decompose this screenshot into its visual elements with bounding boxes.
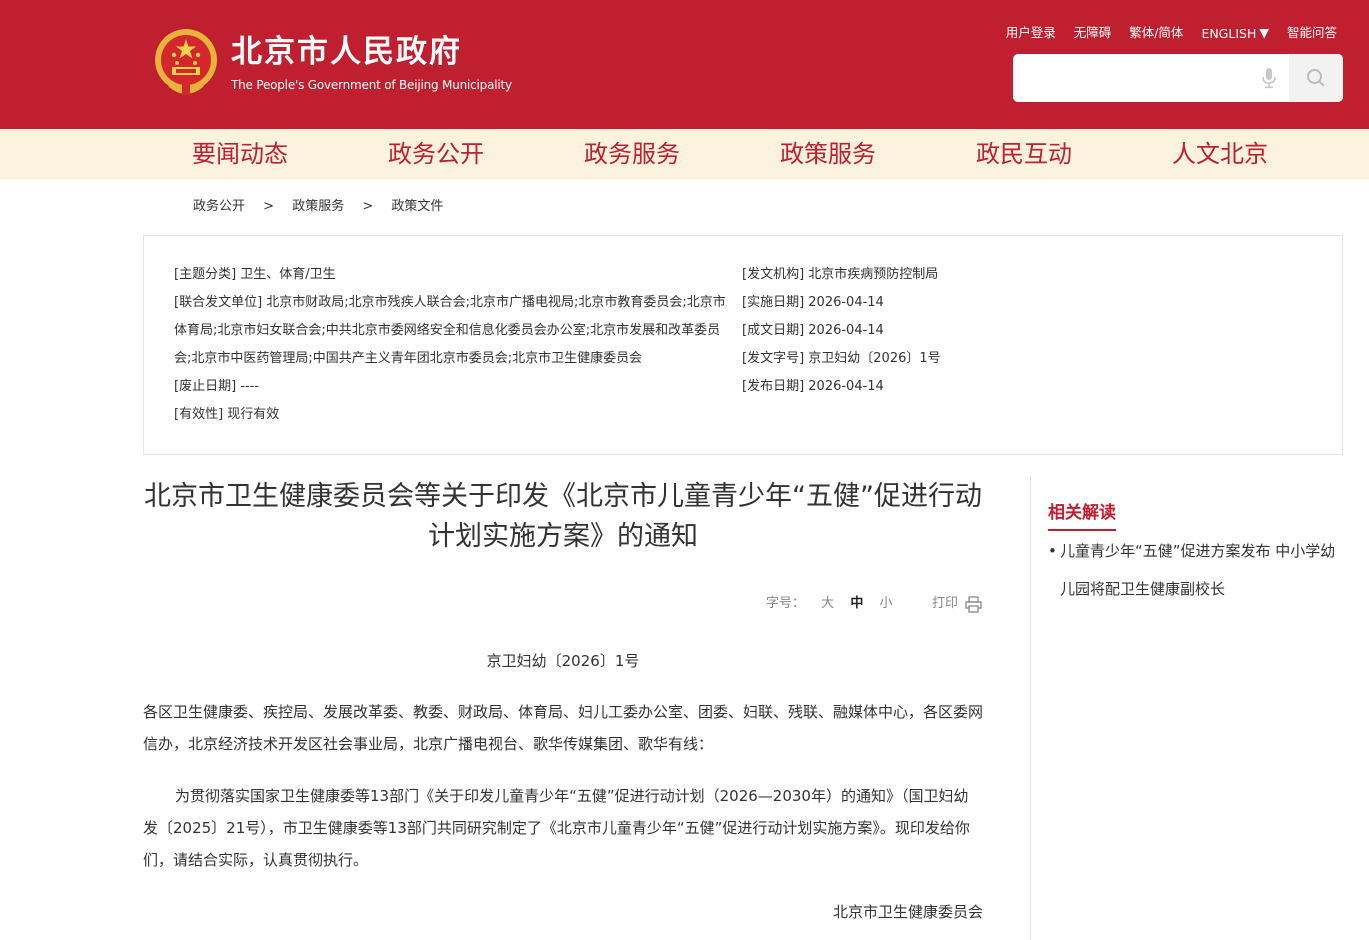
accessibility-link[interactable]: 无障碍 bbox=[1074, 24, 1112, 43]
breadcrumb-separator: > bbox=[263, 199, 275, 214]
breadcrumb-item-gov-affairs[interactable]: 政务公开 bbox=[193, 199, 245, 214]
search-button[interactable] bbox=[1289, 54, 1343, 102]
info-effective-date: [实施日期] 2026-04-14 bbox=[742, 295, 884, 310]
site-header: 北京市人民政府 The People's Government of Beiji… bbox=[0, 0, 1369, 129]
related-reading-heading: 相关解读 bbox=[1048, 500, 1116, 531]
login-link[interactable]: 用户登录 bbox=[1006, 24, 1056, 43]
sidebar-divider bbox=[1030, 476, 1031, 940]
info-left-column: [主题分类] 卫生、体育/卫生 [联合发文单位] 北京市财政局;北京市残疾人联合… bbox=[174, 261, 736, 429]
breadcrumb: 政务公开 > 政策服务 > 政策文件 bbox=[193, 198, 443, 216]
article-doc-number: 京卫妇幼〔2026〕1号 bbox=[486, 652, 640, 670]
smart-qa-link[interactable]: 智能问答 bbox=[1287, 24, 1337, 43]
nav-item-policy-services[interactable]: 政策服务 bbox=[730, 129, 926, 179]
traditional-simplified-link[interactable]: 繁体/简体 bbox=[1129, 24, 1183, 43]
font-medium-button[interactable]: 中 bbox=[850, 596, 863, 611]
info-validity: [有效性] 现行有效 bbox=[174, 407, 280, 422]
printer-icon bbox=[965, 596, 982, 613]
breadcrumb-item-policy-docs[interactable]: 政策文件 bbox=[391, 199, 443, 214]
site-title[interactable]: 北京市人民政府 bbox=[231, 32, 462, 72]
main-nav: 要闻动态 政务公开 政务服务 政策服务 政民互动 人文北京 bbox=[0, 129, 1369, 179]
nav-item-gov-affairs[interactable]: 政务公开 bbox=[338, 129, 534, 179]
font-size-control: 字号： 大 中 小 bbox=[766, 595, 892, 613]
font-small-button[interactable]: 小 bbox=[879, 596, 892, 611]
national-emblem-icon[interactable] bbox=[153, 27, 219, 97]
related-reading-item[interactable]: • 儿童青少年“五健”促进方案发布 中小学幼儿园将配卫生健康副校长 bbox=[1048, 532, 1343, 608]
article-title: 北京市卫生健康委员会等关于印发《北京市儿童青少年“五健”促进行动计划实施方案》的… bbox=[144, 481, 982, 552]
caret-down-icon: ▼ bbox=[1259, 25, 1269, 40]
site-subtitle: The People's Government of Beijing Munic… bbox=[231, 78, 512, 92]
font-large-button[interactable]: 大 bbox=[821, 596, 834, 611]
nav-item-culture[interactable]: 人文北京 bbox=[1122, 129, 1318, 179]
info-document-number: [发文字号] 京卫妇幼〔2026〕1号 bbox=[742, 351, 941, 366]
info-publish-date: [发布日期] 2026-04-14 bbox=[742, 379, 884, 394]
nav-item-gov-services[interactable]: 政务服务 bbox=[534, 129, 730, 179]
nav-item-news[interactable]: 要闻动态 bbox=[142, 129, 338, 179]
search-input[interactable] bbox=[1013, 54, 1243, 102]
search-icon bbox=[1307, 69, 1325, 87]
english-link-label: ENGLISH bbox=[1201, 26, 1257, 41]
search-box bbox=[1013, 54, 1343, 102]
article-recipients: 各区卫生健康委、疾控局、发展改革委、教委、财政局、体育局、妇儿工委办公室、团委、… bbox=[143, 703, 984, 753]
related-reading-item-text: 儿童青少年“五健”促进方案发布 中小学幼儿园将配卫生健康副校长 bbox=[1060, 542, 1336, 598]
info-joint-issuers: [联合发文单位] 北京市财政局;北京市残疾人联合会;北京市广播电视局;北京市教育… bbox=[174, 295, 726, 366]
breadcrumb-separator: > bbox=[362, 199, 374, 214]
font-size-label: 字号： bbox=[766, 596, 806, 611]
article-body-paragraph: 为贯彻落实国家卫生健康委等13部门《关于印发儿童青少年“五健”促进行动计划（20… bbox=[143, 787, 970, 869]
top-links: 用户登录 无障碍 繁体/简体 ENGLISH ▼ 智能问答 bbox=[1006, 24, 1337, 43]
breadcrumb-item-policy-services[interactable]: 政策服务 bbox=[292, 199, 344, 214]
article-signature: 北京市卫生健康委员会 bbox=[832, 903, 983, 921]
print-button[interactable]: 打印 bbox=[932, 595, 982, 613]
info-expiry-date: [废止日期] ---- bbox=[174, 379, 260, 394]
info-issuing-agency: [发文机构] 北京市疾病预防控制局 bbox=[742, 267, 939, 282]
info-topic-category: [主题分类] 卫生、体育/卫生 bbox=[174, 267, 336, 282]
bullet-icon: • bbox=[1048, 542, 1057, 560]
document-info-box: [主题分类] 卫生、体育/卫生 [联合发文单位] 北京市财政局;北京市残疾人联合… bbox=[143, 235, 1343, 455]
nav-item-interaction[interactable]: 政民互动 bbox=[926, 129, 1122, 179]
print-label: 打印 bbox=[932, 596, 959, 611]
info-right-column: [发文机构] 北京市疾病预防控制局 [实施日期] 2026-04-14 [成文日… bbox=[742, 261, 1042, 401]
microphone-icon[interactable] bbox=[1261, 67, 1277, 89]
info-creation-date: [成文日期] 2026-04-14 bbox=[742, 323, 884, 338]
english-link[interactable]: ENGLISH ▼ bbox=[1201, 24, 1269, 43]
